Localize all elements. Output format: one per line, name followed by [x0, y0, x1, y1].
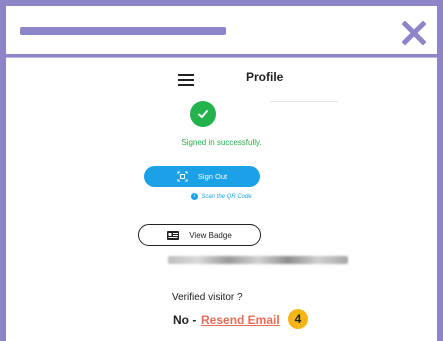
divider — [270, 101, 338, 102]
window-title-placeholder — [20, 27, 226, 35]
success-message: Signed in successfully. — [181, 138, 262, 147]
view-badge-button[interactable]: View Badge — [138, 224, 261, 246]
check-circle-icon — [190, 101, 216, 127]
info-icon: i — [191, 193, 199, 200]
verification-status: No - — [173, 313, 197, 327]
close-icon — [402, 21, 426, 45]
sign-out-label: Sign Out — [197, 172, 228, 181]
page-title: Profile — [246, 70, 284, 84]
redacted-text — [168, 256, 348, 264]
hamburger-menu-icon[interactable] — [178, 74, 194, 86]
verified-visitor-question: Verified visitor ? — [172, 292, 243, 303]
scan-hint: i Scan the QR Code — [6, 193, 437, 200]
window-titlebar — [6, 6, 437, 57]
scan-hint-text: Scan the QR Code — [201, 194, 252, 201]
step-number-badge: 4 — [288, 309, 308, 329]
profile-panel: Profile Signed in successfully. Sign Out… — [6, 57, 437, 341]
qr-code-icon — [177, 171, 188, 182]
close-button[interactable] — [401, 20, 427, 46]
id-card-icon — [167, 230, 180, 240]
view-badge-label: View Badge — [189, 230, 232, 240]
resend-email-link[interactable]: Resend Email — [201, 313, 280, 327]
sign-out-button[interactable]: Sign Out — [144, 166, 260, 187]
